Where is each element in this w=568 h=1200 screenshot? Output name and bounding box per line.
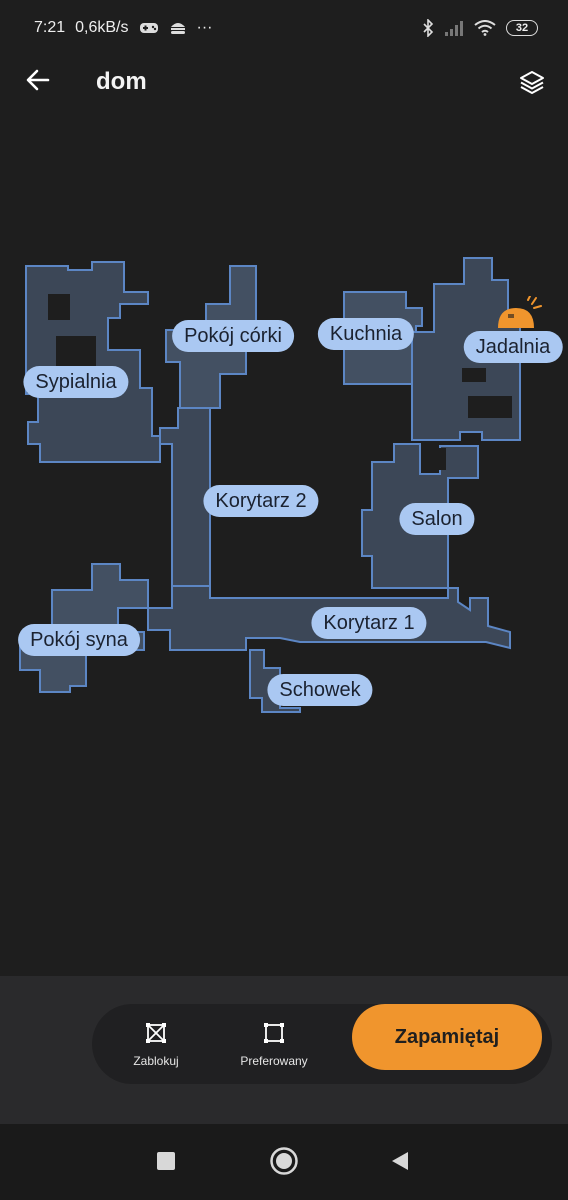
room-label-korytarz-1[interactable]: Korytarz 1 (311, 607, 427, 639)
back-nav-button[interactable] (383, 1146, 417, 1180)
room-label-salon[interactable]: Salon (399, 503, 475, 535)
room-label-pokoj-corki[interactable]: Pokój córki (172, 320, 294, 352)
system-nav-bar (0, 1124, 568, 1200)
triangle-back-icon (390, 1150, 410, 1177)
layers-icon (519, 69, 545, 100)
room-label-korytarz-2[interactable]: Korytarz 2 (203, 485, 319, 517)
room-label-pokoj-syna[interactable]: Pokój syna (18, 624, 140, 656)
square-icon (156, 1151, 176, 1176)
preferred-zone-icon (262, 1021, 286, 1048)
save-button[interactable]: Zapamiętaj (352, 1004, 542, 1070)
room-label-sypialnia[interactable]: Sypialnia (23, 366, 129, 398)
charging-dock-icon (494, 295, 542, 341)
status-left: 7:21 0,6kB/s ··· (34, 19, 212, 37)
battery-icon: 32 (506, 20, 538, 36)
signal-icon (444, 20, 464, 36)
preferred-button[interactable]: Preferowany (224, 1014, 324, 1074)
status-bar: 7:21 0,6kB/s ··· 32 (0, 0, 568, 56)
status-right: 32 (422, 19, 538, 37)
status-time: 7:21 (34, 19, 66, 36)
preferred-label: Preferowany (240, 1053, 308, 1068)
bluetooth-icon (422, 19, 434, 37)
more-indicator: ··· (196, 19, 213, 36)
back-button[interactable] (20, 64, 56, 100)
block-button[interactable]: Zablokuj (106, 1014, 206, 1074)
gamepad-icon (139, 21, 159, 35)
burger-icon (169, 20, 187, 36)
wifi-icon (474, 20, 496, 36)
room-label-kuchnia[interactable]: Kuchnia (317, 318, 415, 350)
recent-apps-button[interactable] (149, 1146, 183, 1180)
map-area[interactable]: Sypialnia Pokój córki Kuchnia Jadalnia K… (0, 110, 568, 976)
app-bar: dom (0, 56, 568, 106)
page-title: dom (96, 68, 147, 95)
circle-home-icon (269, 1146, 299, 1181)
room-korytarz-2[interactable] (159, 407, 211, 587)
bottom-toolbar: Zablokuj Preferowany Zapamiętaj (0, 976, 568, 1124)
arrow-left-icon (26, 69, 50, 96)
layers-button[interactable] (512, 64, 552, 104)
block-zone-icon (144, 1021, 168, 1048)
block-label: Zablokuj (133, 1053, 179, 1068)
action-pill: Zablokuj Preferowany Zapamiętaj (92, 1004, 552, 1084)
home-button[interactable] (267, 1146, 301, 1180)
room-label-schowek[interactable]: Schowek (267, 674, 373, 706)
floor-map[interactable] (0, 110, 568, 976)
network-speed: 0,6kB/s (75, 19, 129, 36)
